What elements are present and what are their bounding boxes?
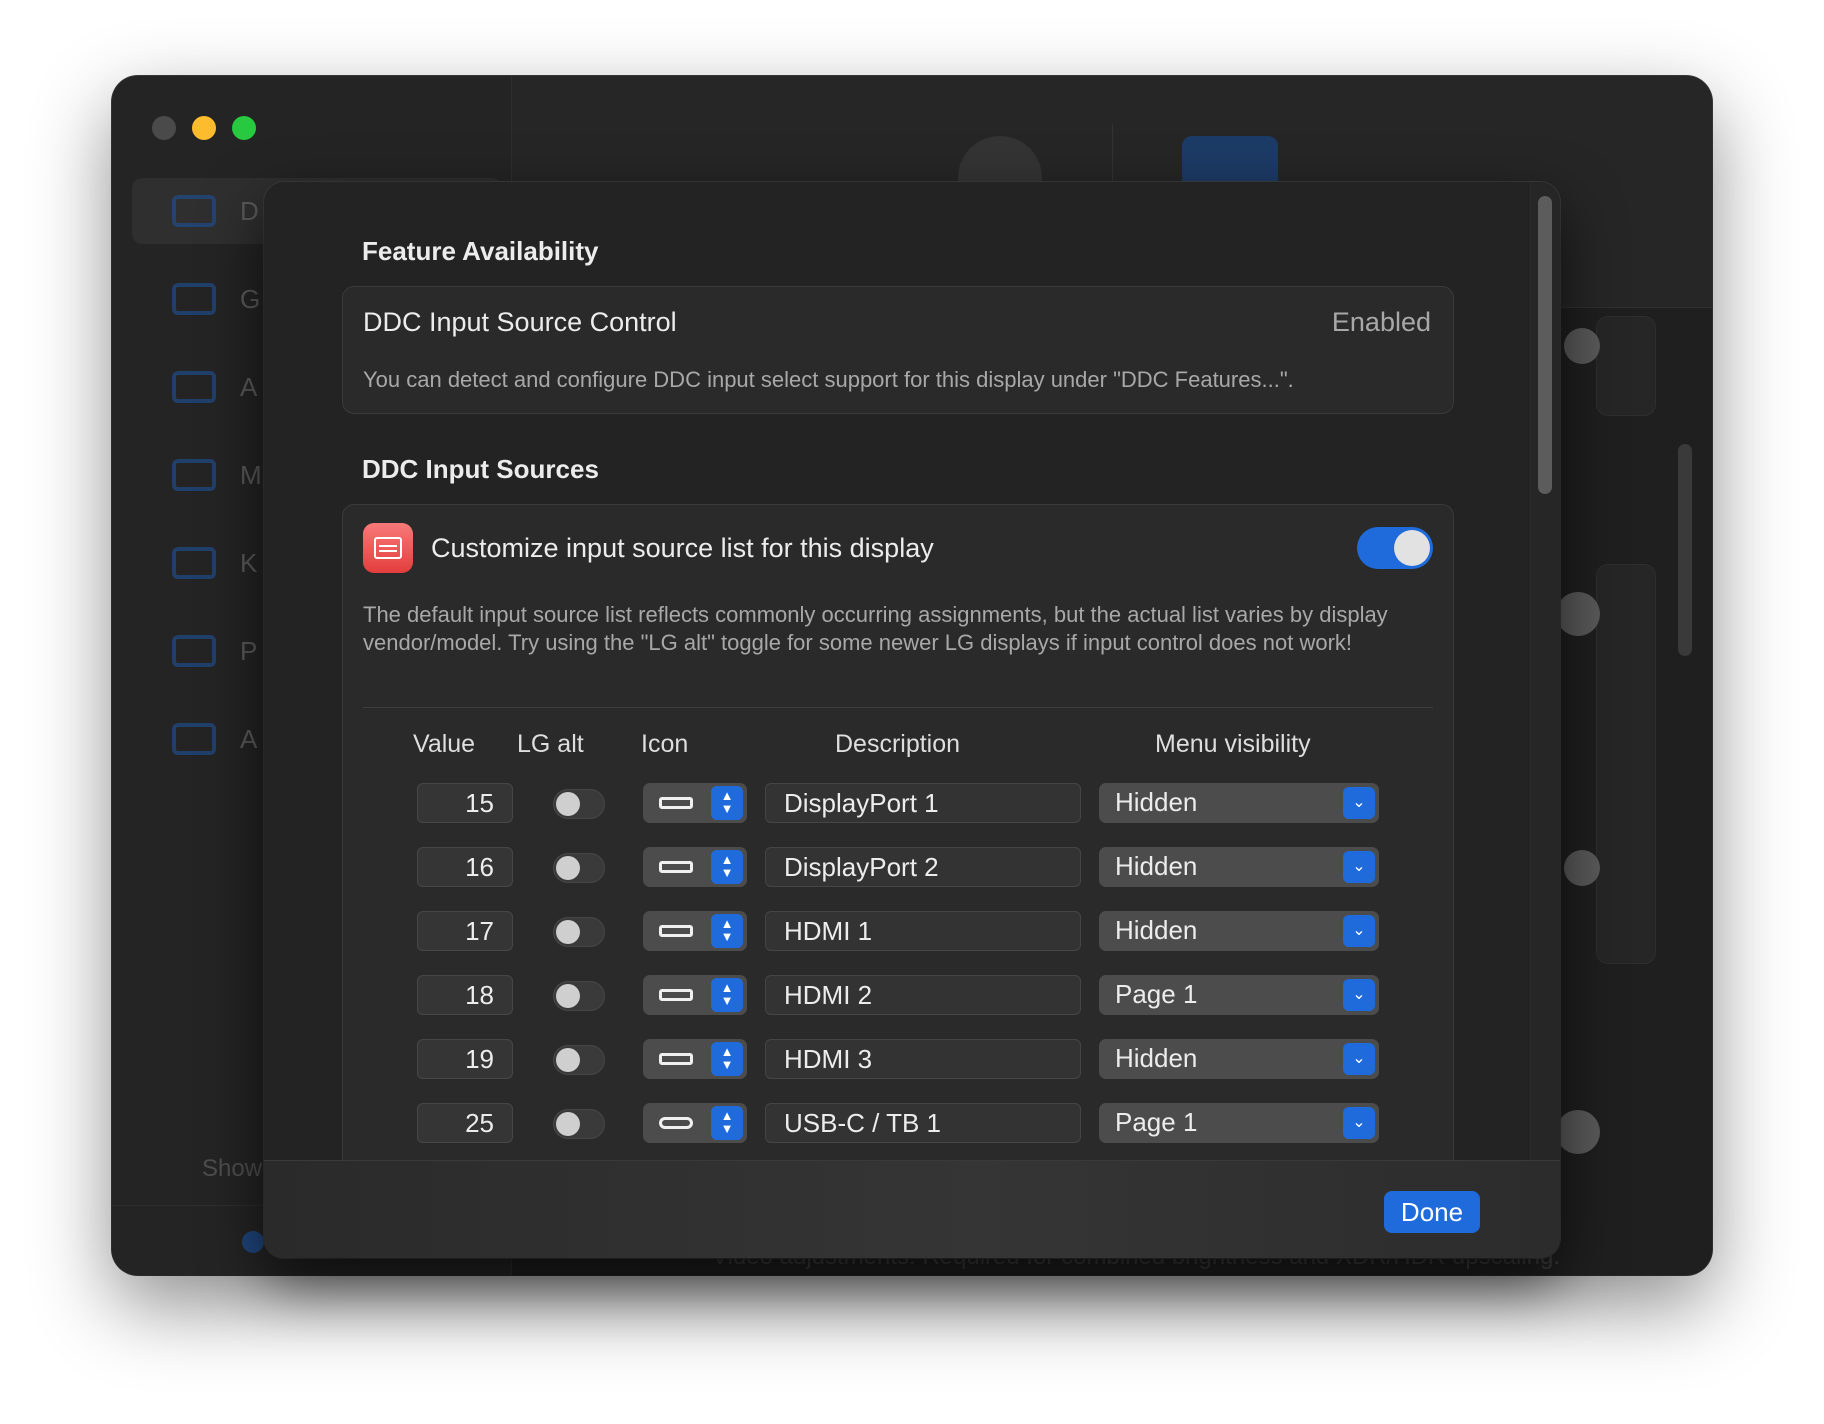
sheet-scrollbar[interactable] [1530,182,1560,1160]
menu-icon [172,459,216,491]
input-sources-title: DDC Input Sources [362,454,599,484]
background-toggle[interactable] [1564,850,1600,886]
description-field[interactable]: DisplayPort 1 [765,783,1081,823]
value-field[interactable]: 18 [417,975,513,1015]
toggles-icon [172,371,216,403]
chevron-down-icon: ⌄ [1343,1107,1375,1139]
input-list-icon [363,523,413,573]
menu-visibility-popup[interactable]: Hidden ⌄ [1099,911,1379,951]
lg-alt-toggle[interactable] [553,789,605,819]
lg-alt-toggle[interactable] [553,853,605,883]
column-header-menu-visibility: Menu visibility [1155,730,1311,758]
icon-popup-button[interactable]: ▲ ▼ [643,975,747,1015]
grid-icon [172,283,216,315]
lg-alt-toggle[interactable] [553,917,605,947]
table-row: 16 ▲ ▼ DisplayPort 2 Hidden ⌄ [343,847,1453,889]
customize-list-label: Customize input source list for this dis… [431,533,934,563]
feature-availability-title: Feature Availability [362,236,599,266]
input-sources-description: The default input source list reflects c… [363,602,1388,655]
ddc-input-control-label: DDC Input Source Control [363,307,677,337]
window-maximize-button[interactable] [232,116,256,140]
stepper-arrows-icon: ▲ ▼ [711,786,743,820]
display-icon [172,195,216,227]
icon-popup-button[interactable]: ▲ ▼ [643,1103,747,1143]
input-sources-box: Customize input source list for this dis… [342,504,1454,1204]
lg-alt-toggle[interactable] [553,981,605,1011]
description-field[interactable]: HDMI 3 [765,1039,1081,1079]
background-panel [1596,564,1656,964]
table-row: 17 ▲ ▼ HDMI 1 Hidden ⌄ [343,911,1453,953]
icon-popup-button[interactable]: ▲ ▼ [643,847,747,887]
table-row: 19 ▲ ▼ HDMI 3 Hidden ⌄ [343,1039,1453,1081]
icon-popup-button[interactable]: ▲ ▼ [643,911,747,951]
displayport-icon [659,797,693,809]
menu-visibility-popup[interactable]: Hidden ⌄ [1099,1039,1379,1079]
customize-list-toggle[interactable] [1357,527,1433,569]
value-field[interactable]: 25 [417,1103,513,1143]
chevron-down-icon: ⌄ [1343,915,1375,947]
tag-icon [172,723,216,755]
window-close-button[interactable] [152,116,176,140]
window-scrollbar[interactable] [1678,444,1692,656]
sheet-footer: Done [264,1160,1560,1258]
icon-popup-button[interactable]: ▲ ▼ [643,783,747,823]
value-field[interactable]: 15 [417,783,513,823]
lg-alt-toggle[interactable] [553,1109,605,1139]
input-sources-sheet: Feature Availability DDC Input Source Co… [264,182,1560,1258]
lg-alt-toggle[interactable] [553,1045,605,1075]
stepper-arrows-icon: ▲ ▼ [711,1042,743,1076]
column-header-value: Value [413,730,476,758]
background-panel [1596,316,1656,416]
feature-availability-box: DDC Input Source Control Enabled You can… [342,286,1454,414]
background-toggle[interactable] [1556,592,1600,636]
feature-availability-description: You can detect and configure DDC input s… [363,367,1294,392]
chevron-down-icon: ⌄ [1343,787,1375,819]
column-header-icon: Icon [641,730,689,758]
description-field[interactable]: DisplayPort 2 [765,847,1081,887]
hdmi-icon [659,925,693,937]
hdmi-icon [659,1053,693,1065]
icon-popup-button[interactable]: ▲ ▼ [643,1039,747,1079]
description-field[interactable]: USB-C / TB 1 [765,1103,1081,1143]
sidebar-footer-text: Show [202,1155,263,1182]
badge-icon [172,635,216,667]
table-row: 15 ▲ ▼ DisplayPort 1 Hidden ⌄ [343,783,1453,825]
table-row: 18 ▲ ▼ HDMI 2 Page 1 ⌄ [343,975,1453,1017]
menu-visibility-popup[interactable]: Page 1 ⌄ [1099,975,1379,1015]
hdmi-icon [659,989,693,1001]
divider [363,707,1433,708]
chevron-down-icon: ⌄ [1343,851,1375,883]
toggle-knob [1394,530,1430,566]
add-icon[interactable] [242,1231,264,1253]
menu-visibility-popup[interactable]: Hidden ⌄ [1099,783,1379,823]
table-row: 25 ▲ ▼ USB-C / TB 1 Page 1 ⌄ [343,1103,1453,1145]
stepper-arrows-icon: ▲ ▼ [711,914,743,948]
chevron-down-icon: ⌄ [1343,979,1375,1011]
column-header-lg-alt: LG alt [517,730,584,758]
column-header-description: Description [835,730,961,758]
value-field[interactable]: 19 [417,1039,513,1079]
menu-visibility-popup[interactable]: Hidden ⌄ [1099,847,1379,887]
keyboard-icon [172,547,216,579]
menu-visibility-popup[interactable]: Page 1 ⌄ [1099,1103,1379,1143]
window-minimize-button[interactable] [192,116,216,140]
value-field[interactable]: 16 [417,847,513,887]
value-field[interactable]: 17 [417,911,513,951]
description-field[interactable]: HDMI 1 [765,911,1081,951]
stepper-arrows-icon: ▲ ▼ [711,978,743,1012]
displayport-icon [659,861,693,873]
stepper-arrows-icon: ▲ ▼ [711,1106,743,1140]
description-field[interactable]: HDMI 2 [765,975,1081,1015]
scrollbar-thumb[interactable] [1538,196,1552,494]
background-toggle[interactable] [1556,1110,1600,1154]
usbc-icon [659,1117,693,1129]
chevron-down-icon: ⌄ [1343,1043,1375,1075]
background-toggle[interactable] [1564,328,1600,364]
ddc-input-control-status: Enabled [1331,307,1431,337]
stepper-arrows-icon: ▲ ▼ [711,850,743,884]
done-button[interactable]: Done [1384,1191,1480,1233]
